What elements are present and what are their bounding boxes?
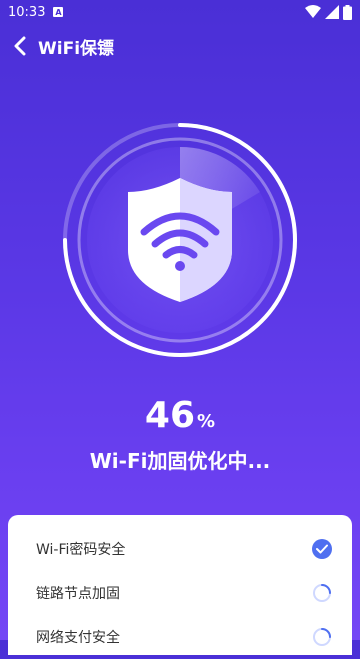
task-label: 网络支付安全 (36, 630, 120, 646)
notification-icon: A (53, 7, 64, 17)
status-bar: 10:33 A (0, 0, 360, 24)
loading-spinner-icon (313, 628, 331, 646)
task-label: Wi-Fi密码安全 (36, 542, 126, 558)
task-item-payment: 网络支付安全 (8, 615, 352, 659)
progress-value: 46 (144, 395, 196, 436)
battery-icon (343, 4, 352, 20)
task-label: 链路节点加固 (36, 586, 120, 602)
scan-ring-graphic (63, 123, 297, 357)
loading-spinner-icon (313, 584, 331, 602)
progress-percent: 46% (0, 395, 360, 436)
cell-signal-icon (325, 5, 339, 19)
task-list-card: Wi-Fi密码安全 链路节点加固 网络支付安全 (8, 515, 352, 655)
page-title: WiFi保镖 (38, 38, 115, 59)
chevron-left-icon (14, 36, 26, 56)
scan-ring (60, 120, 300, 360)
wifi-signal-icon (305, 5, 321, 18)
back-button[interactable] (2, 24, 38, 68)
app-bar: WiFi保镖 (0, 24, 360, 68)
progress-unit: % (197, 411, 216, 432)
task-item-password: Wi-Fi密码安全 (8, 527, 352, 571)
progress-label: Wi-Fi加固优化中... (89, 449, 271, 473)
check-icon (312, 539, 332, 559)
task-item-link-node: 链路节点加固 (8, 571, 352, 615)
status-time: 10:33 (8, 4, 46, 20)
